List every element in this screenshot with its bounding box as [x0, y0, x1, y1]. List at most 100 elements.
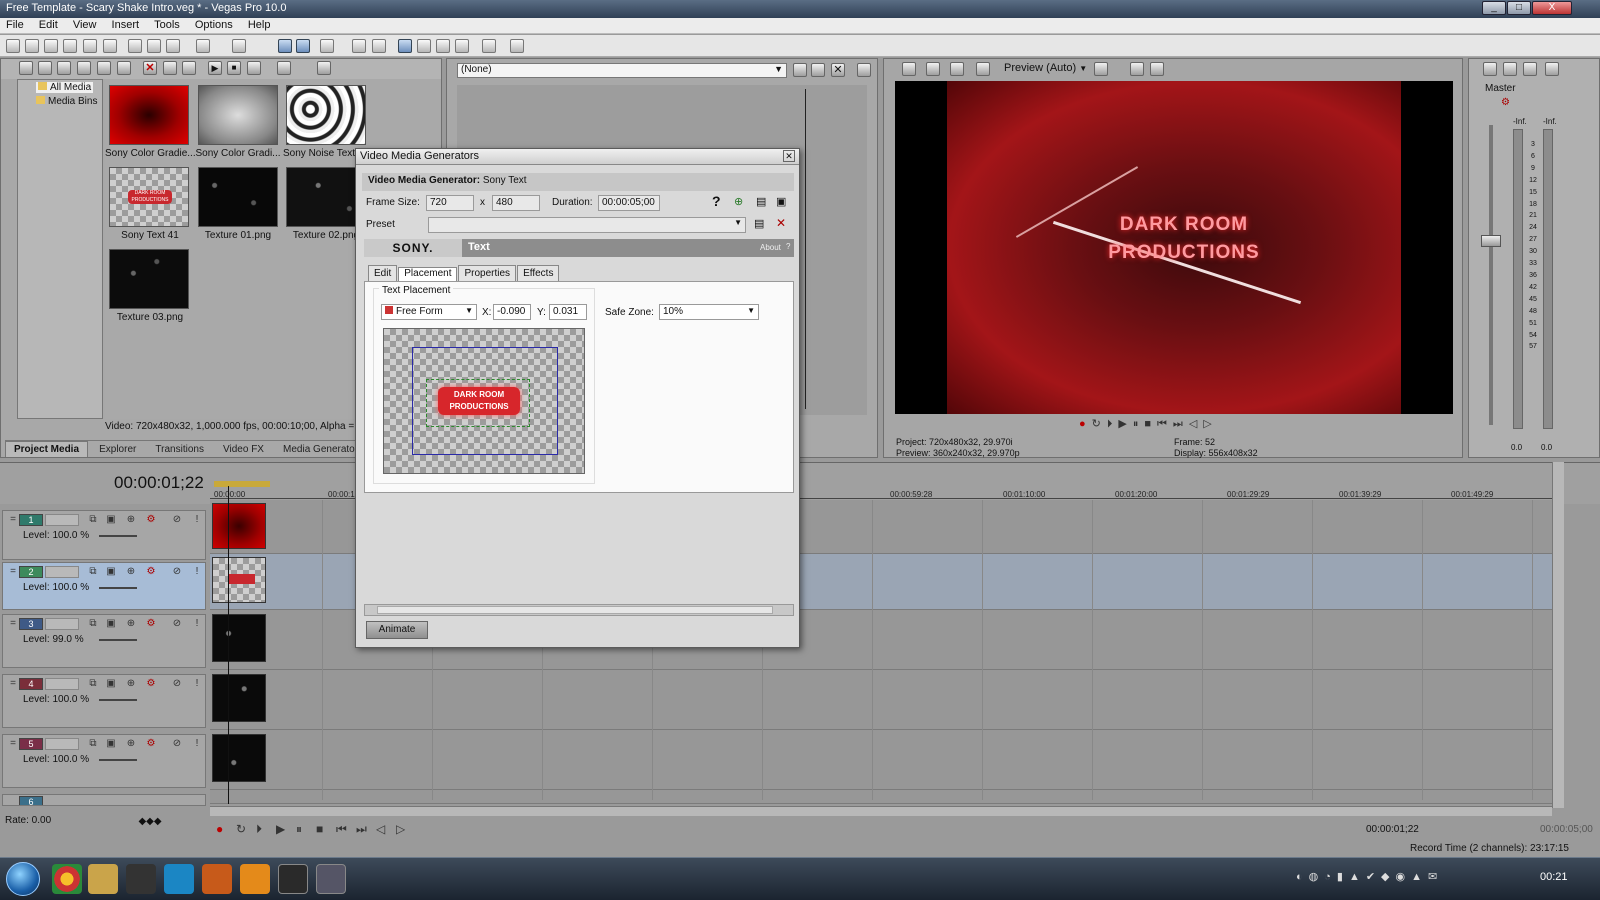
close-button[interactable]: X: [1532, 1, 1572, 15]
record-icon[interactable]: ●: [216, 822, 223, 836]
selection-tool-icon[interactable]: [436, 39, 450, 53]
menu-insert[interactable]: Insert: [106, 18, 146, 32]
menu-tools[interactable]: Tools: [148, 18, 186, 32]
track-motion-icon[interactable]: ⧉: [87, 566, 99, 578]
solo-icon[interactable]: !: [191, 514, 203, 526]
expand-keyframes-icon[interactable]: ⊕: [125, 678, 137, 690]
y-position-input[interactable]: 0.031: [549, 304, 587, 320]
track-motion-icon[interactable]: ⧉: [87, 514, 99, 526]
play-icon[interactable]: ▶: [1118, 418, 1132, 430]
go-to-start-icon[interactable]: ⏮: [1157, 418, 1173, 430]
x-position-input[interactable]: -0.090: [493, 304, 531, 320]
whats-this-help-icon[interactable]: [510, 39, 524, 53]
tab-transitions[interactable]: Transitions: [147, 442, 212, 457]
save-preset-icon[interactable]: ▤: [756, 195, 766, 208]
tab-effects[interactable]: Effects: [517, 265, 560, 281]
go-to-end-icon[interactable]: ⏭: [356, 822, 367, 837]
save-icon[interactable]: [44, 39, 58, 53]
trimmer-clear-icon[interactable]: ✕: [831, 63, 845, 77]
master-add-bus-icon[interactable]: [1545, 62, 1559, 76]
dialog-close-button[interactable]: ✕: [783, 150, 795, 162]
timeline-clip-5[interactable]: [212, 734, 266, 782]
paste-icon[interactable]: [166, 39, 180, 53]
expand-keyframes-icon[interactable]: ⊕: [125, 514, 137, 526]
minimize-track-icon[interactable]: =: [7, 566, 19, 578]
pause-icon[interactable]: ⏸: [296, 822, 302, 837]
play-from-start-icon[interactable]: ⏵: [256, 822, 262, 837]
split-screen-icon[interactable]: [976, 62, 990, 76]
play-preview-icon[interactable]: ▶: [208, 61, 222, 75]
solo-icon[interactable]: !: [191, 618, 203, 630]
timeline-horizontal-scrollbar[interactable]: [210, 806, 1552, 816]
solo-icon[interactable]: !: [191, 678, 203, 690]
skype-icon[interactable]: [164, 864, 194, 894]
lock-envelopes-icon[interactable]: [296, 39, 310, 53]
frame-height-input[interactable]: 480: [492, 195, 540, 211]
stop-icon[interactable]: ■: [316, 822, 323, 836]
zoom-media-icon[interactable]: [317, 61, 331, 75]
project-video-properties-icon[interactable]: [902, 62, 916, 76]
vegas-pro-taskbar-icon[interactable]: [278, 864, 308, 894]
tab-explorer[interactable]: Explorer: [91, 442, 144, 457]
stop-icon[interactable]: ■: [1144, 418, 1157, 430]
track-header-5[interactable]: = 5 ⧉ ▣ ⊕ ⚙ ⊘ ! Level: 100.0 %: [2, 734, 206, 788]
track-level-slider[interactable]: [99, 639, 137, 641]
tab-project-media[interactable]: Project Media: [5, 441, 89, 457]
overlays-icon[interactable]: [1094, 62, 1108, 76]
loop-icon[interactable]: ↻: [236, 822, 246, 836]
tab-video-fx[interactable]: Video FX: [215, 442, 272, 457]
go-to-start-icon[interactable]: ⏮: [336, 822, 347, 837]
track-name-field[interactable]: [45, 566, 79, 578]
minimize-track-icon[interactable]: =: [7, 738, 19, 750]
prev-frame-icon[interactable]: ◁: [376, 822, 385, 836]
save-as-icon[interactable]: [63, 39, 77, 53]
trimmer-add-icon[interactable]: [793, 63, 807, 77]
scrollbar-thumb[interactable]: [377, 606, 773, 614]
properties-icon[interactable]: [103, 39, 117, 53]
track-level-slider[interactable]: [99, 535, 137, 537]
views-icon[interactable]: [277, 61, 291, 75]
cut-icon[interactable]: [128, 39, 142, 53]
track-name-field[interactable]: [45, 514, 79, 526]
chrome-icon[interactable]: [52, 864, 82, 894]
master-insert-fx-icon[interactable]: [1483, 62, 1497, 76]
snapping-icon[interactable]: [372, 39, 386, 53]
animate-button[interactable]: Animate: [366, 621, 428, 639]
mute-icon[interactable]: ⊘: [171, 514, 183, 526]
menu-view[interactable]: View: [67, 18, 103, 32]
capture-video-icon[interactable]: [38, 61, 52, 75]
about-link[interactable]: About: [760, 243, 781, 252]
composite-mode-icon[interactable]: ▣: [105, 618, 117, 630]
remove-media-icon[interactable]: ✕: [143, 61, 157, 75]
envelope-tool-icon[interactable]: [417, 39, 431, 53]
master-downmix-icon[interactable]: [1503, 62, 1517, 76]
track-lane-4[interactable]: [210, 670, 1552, 730]
expand-keyframes-icon[interactable]: ⊕: [125, 618, 137, 630]
track-header-1[interactable]: = 1 ⧉ ▣ ⊕ ⚙ ⊘ ! Level: 100.0 %: [2, 510, 206, 560]
auto-ripple-icon[interactable]: [278, 39, 292, 53]
track-header-2[interactable]: = 2 ⧉ ▣ ⊕ ⚙ ⊘ ! Level: 100.0 %: [2, 562, 206, 610]
preset-dropdown[interactable]: ▼: [428, 217, 746, 233]
prev-frame-icon[interactable]: ◁: [1189, 418, 1203, 430]
frame-width-input[interactable]: 720: [426, 195, 474, 211]
next-frame-icon[interactable]: ▷: [396, 822, 405, 836]
loop-icon[interactable]: ↻: [1092, 418, 1107, 430]
steam-icon[interactable]: [126, 864, 156, 894]
solo-icon[interactable]: !: [191, 566, 203, 578]
track-fx-icon[interactable]: ⚙: [145, 618, 157, 630]
track-lane-5[interactable]: [210, 730, 1552, 790]
get-media-icon[interactable]: [57, 61, 71, 75]
new-project-icon[interactable]: [6, 39, 20, 53]
trimmer-dropdown[interactable]: (None) ▼: [457, 63, 787, 78]
next-frame-icon[interactable]: ▷: [1203, 418, 1217, 430]
trimmer-fx-icon[interactable]: [811, 63, 825, 77]
tab-properties[interactable]: Properties: [458, 265, 517, 281]
search-media-icon[interactable]: [117, 61, 131, 75]
maximize-button[interactable]: □: [1507, 1, 1531, 15]
composite-mode-icon[interactable]: ▣: [105, 678, 117, 690]
copy-icon[interactable]: [147, 39, 161, 53]
play-icon[interactable]: ▶: [276, 822, 285, 836]
add-generator-icon[interactable]: ⊕: [734, 195, 743, 208]
minimize-track-icon[interactable]: =: [7, 618, 19, 630]
redo-icon[interactable]: [232, 39, 246, 53]
